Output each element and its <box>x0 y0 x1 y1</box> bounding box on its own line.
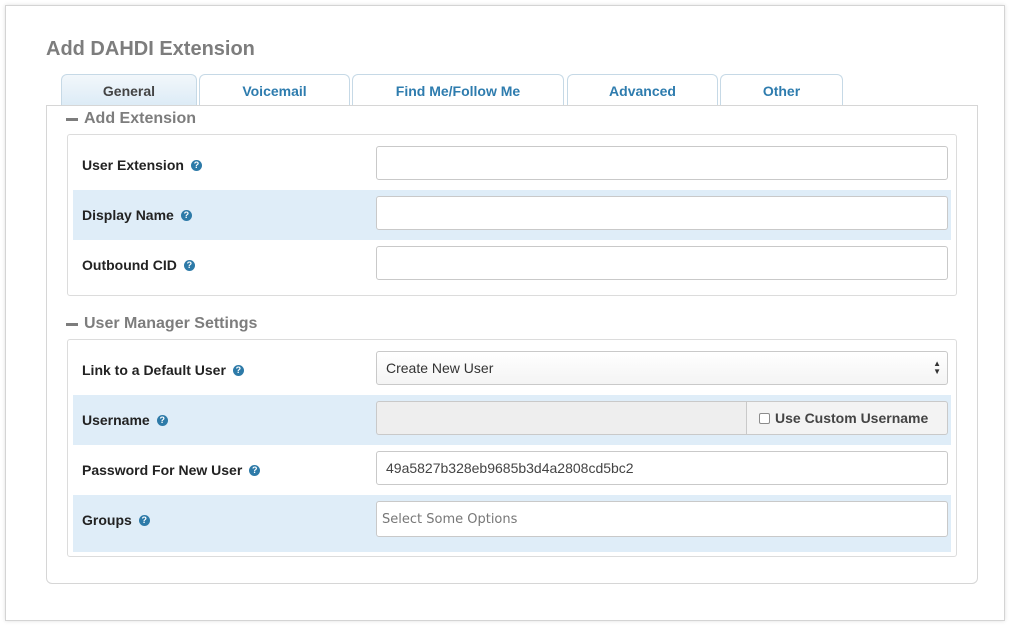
help-circle-icon[interactable]: ? <box>156 414 168 426</box>
username-label-text: Username <box>82 412 150 428</box>
outbound-cid-label-text: Outbound CID <box>82 257 177 273</box>
groups-label: Groups ? <box>82 495 150 545</box>
help-circle-icon[interactable]: ? <box>232 364 244 376</box>
tab-advanced[interactable]: Advanced <box>567 74 718 106</box>
section-add-extension: User Extension ? Display Name ? Outbound… <box>67 134 957 296</box>
tab-general-label: General <box>102 82 156 99</box>
help-circle-icon[interactable]: ? <box>183 259 195 271</box>
row-username: Username ? Use Custom Username <box>73 395 951 445</box>
tab-other-label: Other <box>762 82 801 99</box>
user-extension-label: User Extension ? <box>82 140 202 190</box>
help-circle-icon[interactable]: ? <box>190 159 202 171</box>
tab-advanced-label: Advanced <box>609 82 676 99</box>
display-name-label: Display Name ? <box>82 190 192 240</box>
section-title-add-extension: Add Extension <box>84 110 197 127</box>
groups-placeholder: Select Some Options <box>382 511 518 527</box>
link-default-user-selected: Create New User <box>386 360 494 376</box>
help-circle-icon[interactable]: ? <box>180 209 192 221</box>
row-groups: Groups ? Select Some Options <box>73 495 951 552</box>
use-custom-username-checkbox[interactable] <box>759 412 770 424</box>
row-password: Password For New User ? <box>73 445 951 495</box>
user-extension-input[interactable] <box>376 146 948 180</box>
use-custom-username-toggle[interactable]: Use Custom Username <box>746 401 948 435</box>
link-default-user-label: Link to a Default User ? <box>82 345 244 395</box>
tab-find-me-follow-me-label: Find Me/Follow Me <box>395 82 521 99</box>
section-header-add-extension[interactable]: Add Extension <box>66 110 196 128</box>
link-default-user-label-text: Link to a Default User <box>82 362 226 378</box>
use-custom-username-label: Use Custom Username <box>775 410 929 426</box>
tab-voicemail-label: Voicemail <box>242 82 307 99</box>
outbound-cid-input[interactable] <box>376 246 948 280</box>
groups-label-text: Groups <box>82 512 132 528</box>
tab-find-me-follow-me[interactable]: Find Me/Follow Me <box>352 74 564 106</box>
password-input[interactable] <box>376 451 948 485</box>
user-extension-label-text: User Extension <box>82 157 184 173</box>
tab-voicemail[interactable]: Voicemail <box>199 74 350 106</box>
username-input <box>376 401 747 435</box>
row-user-extension: User Extension ? <box>73 140 951 190</box>
minus-icon <box>66 323 78 326</box>
updown-arrows-icon: ▲ ▼ <box>933 359 941 376</box>
row-display-name: Display Name ? <box>73 190 951 240</box>
display-name-label-text: Display Name <box>82 207 174 223</box>
password-label-text: Password For New User <box>82 462 243 478</box>
username-input-group: Use Custom Username <box>376 401 948 435</box>
help-circle-icon[interactable]: ? <box>138 514 150 526</box>
help-circle-icon[interactable]: ? <box>249 464 261 476</box>
page-title: Add DAHDI Extension <box>46 38 255 60</box>
tab-other[interactable]: Other <box>720 74 843 106</box>
minus-icon <box>66 118 78 121</box>
section-header-user-manager[interactable]: User Manager Settings <box>66 315 257 333</box>
tab-general[interactable]: General <box>61 74 197 106</box>
row-link-default-user: Link to a Default User ? Create New User… <box>73 345 951 395</box>
section-title-user-manager: User Manager Settings <box>84 315 258 332</box>
display-name-input[interactable] <box>376 196 948 230</box>
outbound-cid-label: Outbound CID ? <box>82 240 195 290</box>
password-label: Password For New User ? <box>82 445 261 495</box>
link-default-user-select[interactable]: Create New User ▲ ▼ <box>376 351 948 385</box>
username-label: Username ? <box>82 395 168 445</box>
section-user-manager: Link to a Default User ? Create New User… <box>67 339 957 557</box>
row-outbound-cid: Outbound CID ? <box>73 240 951 290</box>
groups-multiselect[interactable]: Select Some Options <box>376 501 948 537</box>
